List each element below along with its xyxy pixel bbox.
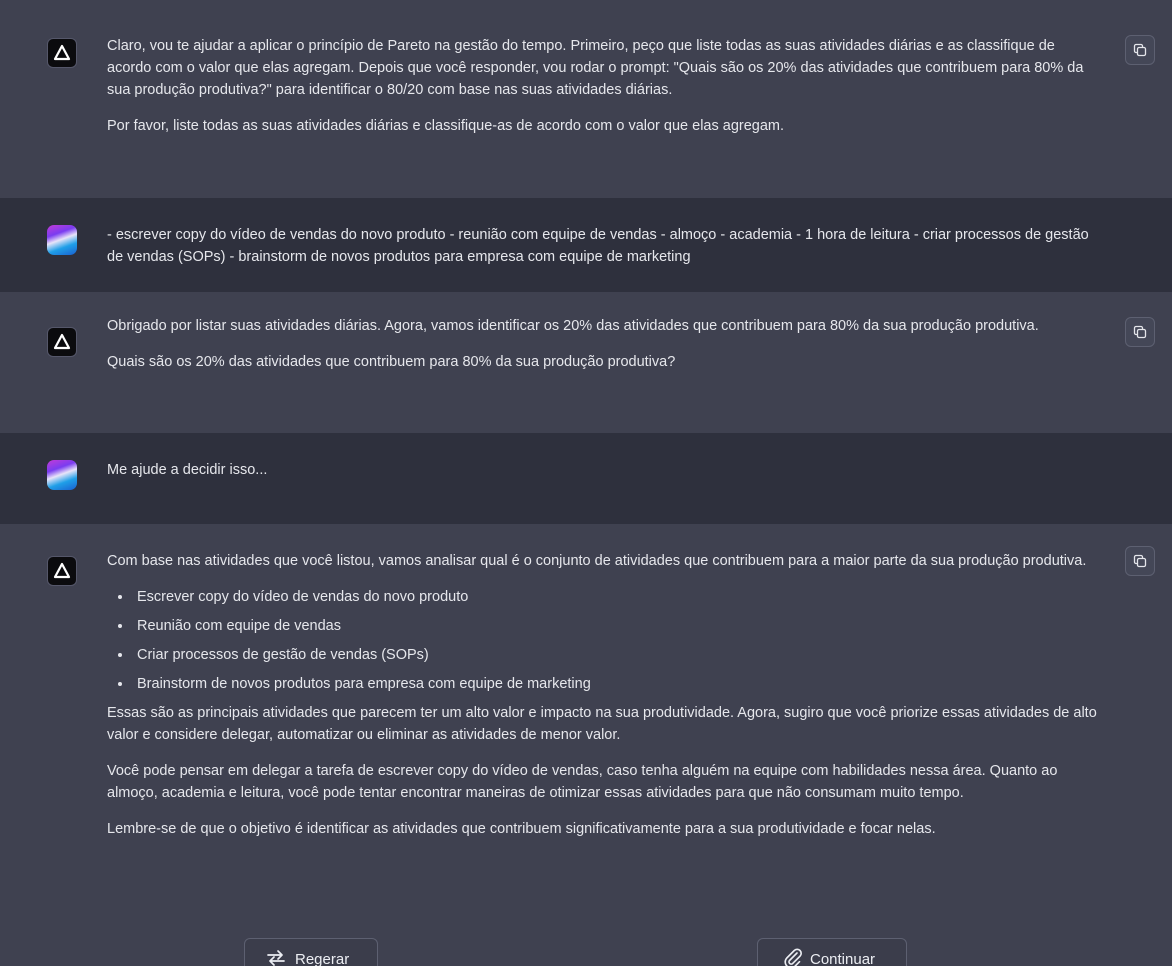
message-paragraph: Com base nas atividades que você listou,… [107, 553, 1087, 569]
message-paragraph: Lembre-se de que o objetivo é identifica… [107, 821, 936, 837]
continue-icon [784, 948, 802, 966]
continue-button[interactable]: Continuar [757, 938, 907, 966]
list-item: Escrever copy do vídeo de vendas do novo… [133, 586, 1097, 608]
message-paragraph: Essas são as principais atividades que p… [107, 705, 1097, 743]
assistant-avatar [47, 327, 77, 357]
message-paragraph: - escrever copy do vídeo de vendas do no… [107, 227, 1089, 265]
regenerate-button[interactable]: Regerar [244, 938, 378, 966]
delta-logo-icon [53, 562, 71, 579]
delta-logo-icon [53, 44, 71, 61]
message-paragraph: Me ajude a decidir isso... [107, 462, 268, 478]
user-message: - escrever copy do vídeo de vendas do no… [0, 198, 1172, 292]
user-avatar [47, 225, 77, 255]
assistant-avatar [47, 38, 77, 68]
copy-icon [1133, 43, 1147, 57]
user-message: Me ajude a decidir isso... [0, 433, 1172, 524]
regenerate-icon [267, 950, 285, 966]
message-content: Com base nas atividades que você listou,… [107, 550, 1097, 854]
message-paragraph: Obrigado por listar suas atividades diár… [107, 318, 1039, 334]
chat-window: Claro, vou te ajudar a aplicar o princíp… [0, 0, 1172, 966]
assistant-avatar [47, 556, 77, 586]
message-paragraph: Claro, vou te ajudar a aplicar o princíp… [107, 38, 1084, 98]
copy-button[interactable] [1125, 546, 1155, 576]
message-content: Obrigado por listar suas atividades diár… [107, 315, 1097, 387]
message-paragraph: Você pode pensar em delegar a tarefa de … [107, 763, 1058, 801]
assistant-message: Obrigado por listar suas atividades diár… [0, 292, 1172, 433]
user-avatar [47, 460, 77, 490]
message-content: Me ajude a decidir isso... [107, 459, 1097, 495]
assistant-message: Claro, vou te ajudar a aplicar o princíp… [0, 0, 1172, 198]
delta-logo-icon [53, 333, 71, 350]
message-content: - escrever copy do vídeo de vendas do no… [107, 224, 1097, 282]
continue-label: Continuar [810, 951, 876, 966]
regenerate-label: Regerar [295, 951, 350, 966]
copy-button[interactable] [1125, 35, 1155, 65]
list-item: Criar processos de gestão de vendas (SOP… [133, 644, 1097, 666]
list-item: Reunião com equipe de vendas [133, 615, 1097, 637]
assistant-message: Com base nas atividades que você listou,… [0, 524, 1172, 966]
message-content: Claro, vou te ajudar a aplicar o princíp… [107, 35, 1097, 151]
bullet-list: Escrever copy do vídeo de vendas do novo… [107, 586, 1097, 695]
message-paragraph: Quais são os 20% das atividades que cont… [107, 354, 676, 370]
copy-button[interactable] [1125, 317, 1155, 347]
copy-icon [1133, 554, 1147, 568]
message-paragraph: Por favor, liste todas as suas atividade… [107, 118, 785, 134]
copy-icon [1133, 325, 1147, 339]
list-item: Brainstorm de novos produtos para empres… [133, 673, 1097, 695]
